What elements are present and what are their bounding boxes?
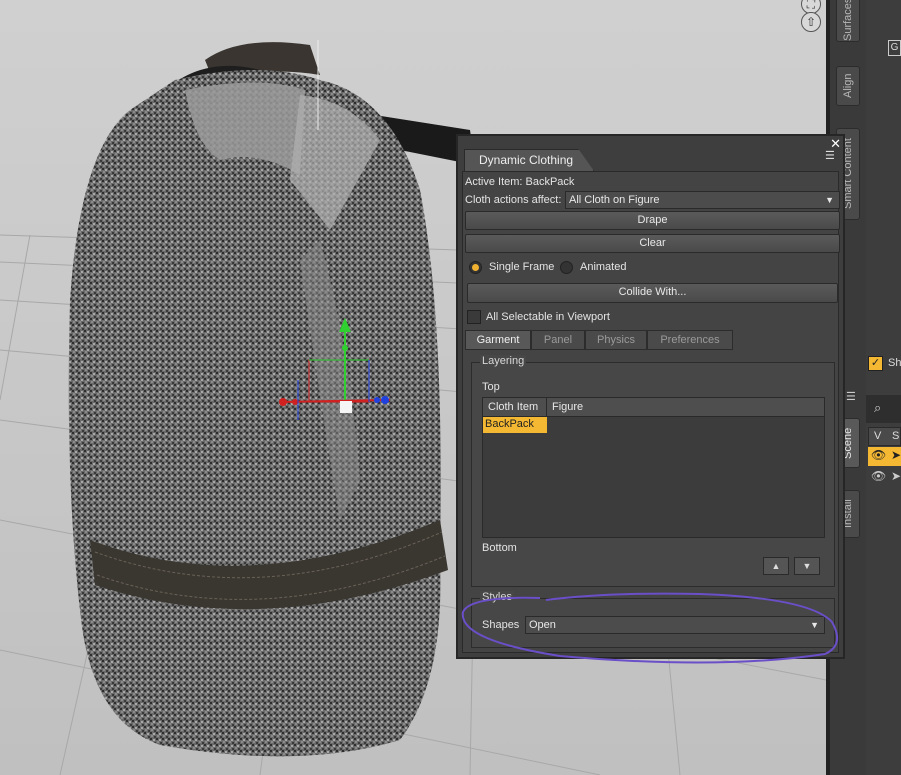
column-v[interactable]: V xyxy=(874,430,881,442)
cloth-actions-label: Cloth actions affect: xyxy=(465,194,562,206)
scene-row[interactable]: 👁 ➤ xyxy=(868,468,901,487)
sh-checkbox[interactable]: ✓ xyxy=(868,356,883,371)
pane-body: Active Item: BackPack Cloth actions affe… xyxy=(462,171,840,653)
animated-label: Animated xyxy=(580,261,627,273)
right-panel: G ⌕ xyxy=(866,0,901,775)
shapes-dropdown[interactable]: Open ▼ xyxy=(525,616,825,634)
eye-icon[interactable]: 👁 xyxy=(871,469,886,483)
drape-button[interactable]: Drape xyxy=(465,211,840,230)
scene-column-header: V S xyxy=(868,427,901,446)
triangle-up-icon: ▲ xyxy=(771,561,781,571)
layering-table: Cloth Item Figure BackPack xyxy=(482,397,825,538)
triangle-down-icon: ▼ xyxy=(802,561,812,571)
column-cloth-item[interactable]: Cloth Item xyxy=(483,398,547,417)
top-label: Top xyxy=(482,381,500,393)
cursor-icon[interactable]: ➤ xyxy=(891,448,901,462)
animated-radio[interactable] xyxy=(560,261,573,274)
single-frame-radio[interactable] xyxy=(469,261,482,274)
tab-panel[interactable]: Panel xyxy=(531,330,585,350)
tab-surfaces[interactable]: Surfaces xyxy=(836,0,860,42)
move-up-button[interactable]: ▲ xyxy=(763,557,789,575)
orbit-arrow-icon[interactable]: ⇧ xyxy=(801,12,821,32)
column-figure[interactable]: Figure xyxy=(547,398,824,417)
dynamic-clothing-pane: ✕ Dynamic Clothing ☰ Active Item: BackPa… xyxy=(456,134,845,659)
sh-label: Sh xyxy=(888,357,901,369)
cursor-icon[interactable]: ➤ xyxy=(891,469,901,483)
scene-search-bar: ⌕ xyxy=(866,395,901,423)
pane-menu-icon[interactable]: ☰ xyxy=(825,150,839,164)
tab-garment[interactable]: Garment xyxy=(465,330,531,350)
collide-with-button[interactable]: Collide With... xyxy=(467,283,838,303)
search-icon[interactable]: ⌕ xyxy=(874,400,881,416)
chevron-down-icon: ▼ xyxy=(825,195,834,205)
single-frame-label: Single Frame xyxy=(489,261,555,273)
chevron-down-icon: ▼ xyxy=(810,620,819,630)
list-icon[interactable]: ☰ xyxy=(846,390,856,403)
table-row[interactable]: BackPack xyxy=(483,417,547,433)
g-button[interactable]: G xyxy=(888,40,901,56)
tab-preferences[interactable]: Preferences xyxy=(647,330,733,350)
pane-title-tab[interactable]: Dynamic Clothing xyxy=(464,149,595,171)
active-item-label: Active Item: BackPack xyxy=(465,176,575,188)
cloth-actions-dropdown[interactable]: All Cloth on Figure ▼ xyxy=(565,191,840,209)
layering-group: Layering Top Cloth Item Figure BackPack … xyxy=(471,355,835,587)
tab-physics[interactable]: Physics xyxy=(585,330,647,350)
bottom-label: Bottom xyxy=(482,542,517,554)
clear-button[interactable]: Clear xyxy=(465,234,840,253)
eye-icon[interactable]: 👁 xyxy=(871,448,886,462)
all-selectable-label: All Selectable in Viewport xyxy=(486,311,610,323)
scene-row-selected[interactable]: 👁 ➤ xyxy=(868,447,901,466)
styles-group: Styles Shapes Open ▼ xyxy=(471,591,835,648)
move-down-button[interactable]: ▼ xyxy=(794,557,820,575)
cloth-actions-value: All Cloth on Figure xyxy=(569,194,660,206)
shapes-label: Shapes xyxy=(482,619,520,631)
styles-title: Styles xyxy=(480,591,514,603)
layering-title: Layering xyxy=(480,355,527,367)
tab-align[interactable]: Align xyxy=(836,66,860,106)
shapes-value: Open xyxy=(529,619,556,631)
all-selectable-checkbox[interactable] xyxy=(467,310,481,324)
column-s[interactable]: S xyxy=(892,430,899,442)
